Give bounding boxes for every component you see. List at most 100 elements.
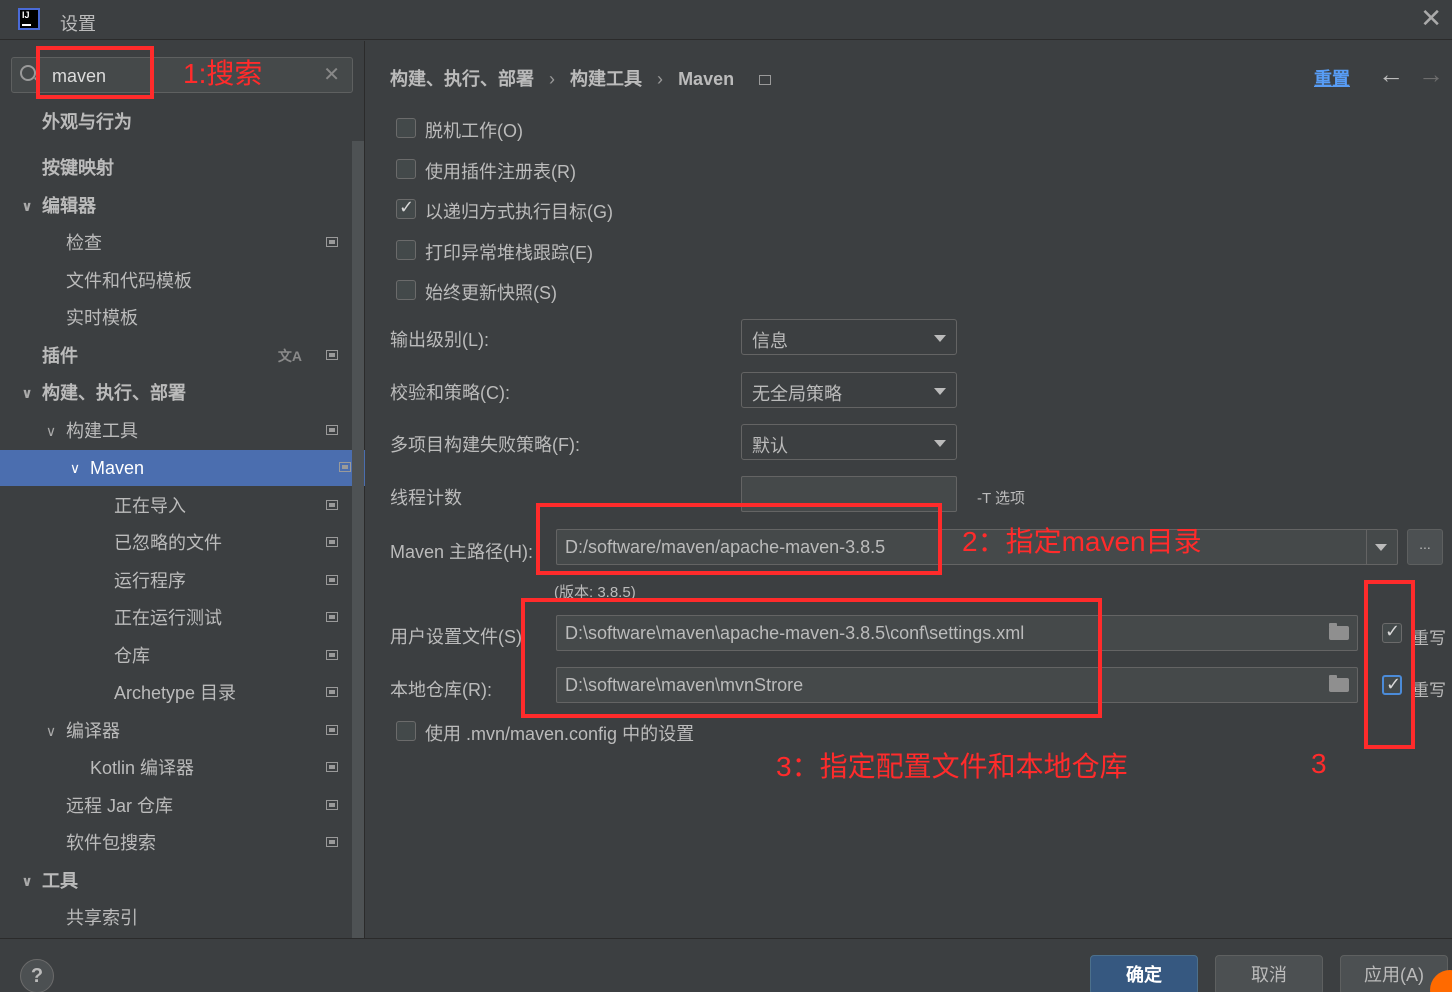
clear-search-icon[interactable]: ✕	[323, 62, 340, 87]
thread-count-suffix: -T 选项	[977, 490, 1026, 507]
sidebar-scrollbar[interactable]	[352, 141, 364, 938]
tree-item-label: 共享索引	[66, 908, 138, 928]
tree-item[interactable]: Archetype 目录	[0, 675, 352, 711]
thread-count-label: 线程计数	[390, 488, 462, 508]
annotation-settings-repo-label: 3：指定配置文件和本地仓库	[776, 751, 1128, 782]
tree-item[interactable]: 插件 文A	[0, 338, 352, 374]
tree-item-label: 仓库	[114, 646, 150, 666]
tree-item[interactable]: ∨ 构建、执行、部署	[0, 375, 352, 411]
tree-item-label: 文件和代码模板	[66, 271, 192, 291]
multiproject-fail-value: 默认	[752, 436, 788, 456]
annotation-box-maven-home	[536, 503, 942, 575]
maven-home-label: Maven 主路径(H):	[390, 542, 534, 562]
output-level-label: 输出级别(L):	[390, 330, 489, 350]
project-scope-icon	[326, 575, 338, 585]
tree-item[interactable]: 共享索引	[0, 900, 352, 936]
folder-icon[interactable]	[1329, 623, 1349, 640]
tree-item[interactable]: 正在运行测试	[0, 600, 352, 636]
chevron-down-icon[interactable]	[1366, 529, 1396, 565]
breadcrumb-separator: ›	[657, 69, 664, 89]
local-repo-label: 本地仓库(R):	[390, 680, 492, 700]
project-scope-icon	[326, 237, 338, 247]
multiproject-fail-label: 多项目构建失败策略(F):	[390, 435, 580, 455]
tree-item[interactable]: ∨ 构建工具	[0, 413, 352, 449]
tree-item-label: 工具	[42, 871, 78, 891]
chevron-down-icon[interactable]: ∨	[42, 413, 60, 449]
use-mvn-config-label: 使用 .mvn/maven.config 中的设置	[425, 724, 695, 744]
chevron-down-icon[interactable]: ∨	[18, 863, 36, 899]
reset-link[interactable]: 重置	[1314, 65, 1350, 91]
chevron-down-icon	[934, 335, 946, 342]
help-button[interactable]: ?	[20, 959, 54, 992]
user-settings-label: 用户设置文件(S)	[390, 627, 522, 647]
tree-item[interactable]: 外观与行为	[0, 104, 352, 140]
chevron-down-icon[interactable]: ∨	[66, 450, 84, 486]
offline-label: 脱机工作(O)	[425, 121, 523, 141]
tree-item[interactable]: ∨ Maven	[0, 450, 365, 486]
chevron-down-icon[interactable]: ∨	[18, 375, 36, 411]
chevron-down-icon	[934, 440, 946, 447]
tree-item-label: 编译器	[66, 721, 120, 741]
breadcrumb-build-tools[interactable]: 构建工具	[570, 69, 642, 89]
tree-item[interactable]: 正在导入	[0, 488, 352, 524]
chevron-down-icon[interactable]: ∨	[42, 713, 60, 749]
chevron-down-icon	[934, 388, 946, 395]
tree-item-label: Archetype 目录	[114, 683, 237, 703]
tree-item[interactable]: Kotlin 编译器	[0, 750, 352, 786]
forward-arrow-icon[interactable]: →	[1418, 59, 1444, 90]
output-level-value: 信息	[752, 331, 788, 351]
title-bar: 设置 ✕	[0, 0, 1452, 40]
tree-item-label: 编辑器	[42, 196, 96, 216]
tree-item[interactable]: 实时模板	[0, 300, 352, 336]
multiproject-fail-dropdown[interactable]: 默认	[741, 424, 957, 460]
project-scope-icon	[759, 75, 772, 85]
offline-checkbox[interactable]	[396, 118, 416, 138]
print-stack-checkbox[interactable]	[396, 240, 416, 260]
close-icon[interactable]: ✕	[1420, 5, 1442, 31]
tree-item[interactable]: 检查	[0, 225, 352, 261]
plugin-registry-checkbox[interactable]	[396, 159, 416, 179]
project-scope-icon	[326, 350, 338, 360]
tree-item[interactable]: ∨ 工具	[0, 863, 352, 899]
annotation-maven-home-label: 2：指定maven目录	[962, 526, 1202, 557]
checksum-policy-value: 无全局策略	[752, 384, 842, 404]
project-scope-icon	[326, 725, 338, 735]
tree-item-label: 外观与行为	[42, 112, 132, 132]
user-settings-override-label: 重写	[1412, 629, 1446, 648]
tree-item[interactable]: 仓库	[0, 638, 352, 674]
project-scope-icon	[326, 500, 338, 510]
tree-item-label: 软件包搜索	[66, 833, 156, 853]
ok-button[interactable]: 确定	[1090, 955, 1198, 992]
output-level-dropdown[interactable]: 信息	[741, 319, 957, 355]
back-arrow-icon[interactable]: ←	[1378, 59, 1404, 90]
annotation-search-label: 1:搜索	[183, 58, 263, 89]
tree-item[interactable]: 已忽略的文件	[0, 525, 352, 561]
tree-item-label: 运行程序	[114, 571, 186, 591]
project-scope-icon	[326, 687, 338, 697]
tree-item-label: 插件	[42, 346, 78, 366]
tree-item[interactable]: ∨ 编辑器	[0, 188, 352, 224]
recursive-label: 以递归方式执行目标(G)	[425, 202, 613, 222]
tree-item[interactable]: 运行程序	[0, 563, 352, 599]
tree-item[interactable]: ∨ 编译器	[0, 713, 352, 749]
checksum-policy-dropdown[interactable]: 无全局策略	[741, 372, 957, 408]
tree-item-label: 实时模板	[66, 308, 138, 328]
tree-item-label: Kotlin 编译器	[90, 758, 195, 778]
tree-item[interactable]: 远程 Jar 仓库	[0, 788, 352, 824]
maven-home-browse-button[interactable]: ...	[1407, 529, 1443, 565]
tree-item[interactable]: 软件包搜索	[0, 825, 352, 861]
tree-item-label: 构建工具	[66, 421, 138, 441]
tree-item-label: 构建、执行、部署	[42, 383, 186, 403]
chevron-down-icon[interactable]: ∨	[18, 188, 36, 224]
window-title: 设置	[60, 14, 96, 34]
tree-item[interactable]: 按键映射	[0, 150, 352, 186]
cancel-button[interactable]: 取消	[1215, 955, 1323, 992]
annotation-box-settings-repo	[521, 598, 1102, 718]
use-mvn-config-checkbox[interactable]	[396, 721, 416, 741]
always-update-checkbox[interactable]	[396, 280, 416, 300]
tree-item[interactable]: 文件和代码模板	[0, 263, 352, 299]
breadcrumb-maven: Maven	[678, 69, 735, 89]
recursive-checkbox[interactable]	[396, 197, 416, 219]
breadcrumb-build-execution-deployment[interactable]: 构建、执行、部署	[390, 69, 534, 89]
folder-icon[interactable]	[1329, 675, 1349, 692]
